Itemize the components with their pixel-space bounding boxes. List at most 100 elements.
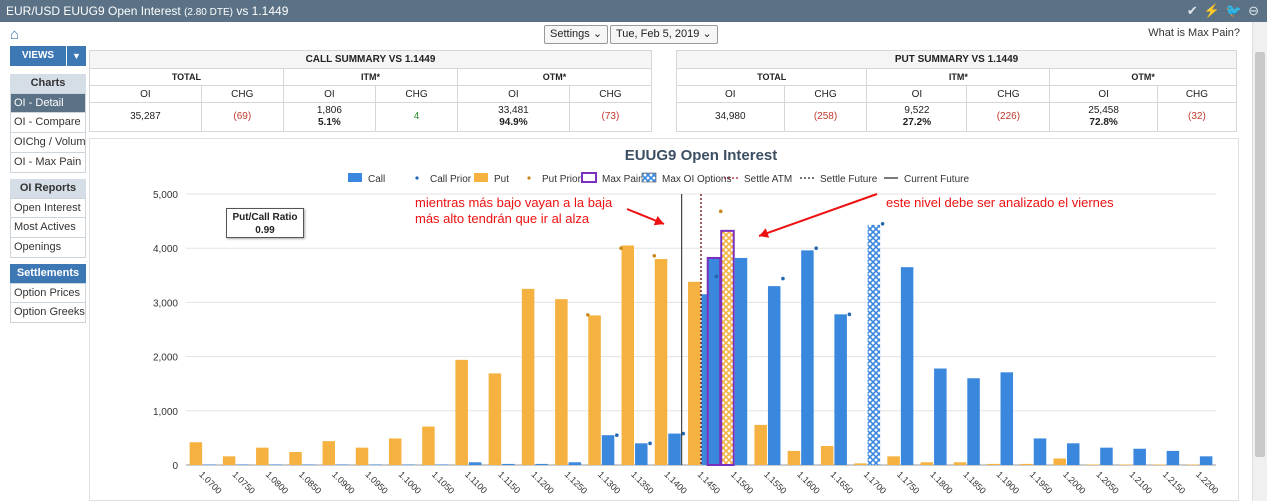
put-bar <box>189 442 203 465</box>
sidebar-item[interactable]: Option Greeks <box>10 303 86 323</box>
views-label: VIEWS <box>10 46 66 66</box>
put-call-ratio-value: 0.99 <box>255 225 275 236</box>
annotation-right: este nivel debe ser analizado el viernes <box>886 195 1114 210</box>
dash-circle-icon[interactable]: ⊖ <box>1248 0 1259 22</box>
x-tick-label: 1.1300 <box>596 469 623 496</box>
sidebar-item[interactable]: OI - Detail <box>10 93 86 113</box>
cell-value: 34,980 <box>714 111 746 122</box>
sidebar-item[interactable]: Option Prices <box>10 283 86 303</box>
sidebar-item[interactable]: OI - Max Pain <box>10 153 86 173</box>
x-tick-label: 1.1200 <box>529 469 556 496</box>
put-bar <box>1153 464 1166 465</box>
max-pain-help-link[interactable]: What is Max Pain? <box>1148 27 1240 39</box>
call-prior-dot <box>648 441 652 446</box>
twitter-icon[interactable]: 🐦 <box>1226 0 1242 22</box>
caret-down-icon[interactable]: ▼ <box>67 46 86 66</box>
table-cell: 25,458 72.8% <box>1049 102 1158 132</box>
lightning-icon[interactable]: ⚡ <box>1204 0 1220 22</box>
put-bar <box>754 424 767 465</box>
table-cell: 33,481 94.9% <box>457 102 570 132</box>
y-tick-label: 3,000 <box>153 298 178 309</box>
put-bar <box>1053 458 1066 465</box>
table-column-header: CHG <box>568 85 653 103</box>
table-group-header: TOTAL <box>89 68 284 86</box>
table-column-header: CHG <box>1156 85 1238 103</box>
put-bar <box>588 315 601 465</box>
put-bar <box>422 426 435 465</box>
sidebar-item[interactable]: Open Interest <box>10 198 86 218</box>
sidebar-group-heading: OI Reports <box>10 179 86 198</box>
x-tick-label: 1.1100 <box>463 469 489 495</box>
chart-title: EUUG9 Open Interest <box>625 147 778 164</box>
table-caption: PUT SUMMARY VS 1.1449 <box>676 50 1237 69</box>
call-bar <box>203 464 216 465</box>
views-button[interactable]: VIEWS ▼ <box>10 46 86 66</box>
table-cell: (258) <box>783 102 868 132</box>
put-bar <box>1186 464 1199 465</box>
sidebar-item[interactable]: OI - Compare <box>10 113 86 133</box>
date-dropdown[interactable]: Tue, Feb 5, 2019 ⌄ <box>610 25 718 44</box>
put-bar <box>488 373 502 465</box>
vertical-scrollbar[interactable] <box>1252 22 1267 501</box>
x-tick-label: 1.0800 <box>264 469 291 496</box>
x-tick-label: 1.1900 <box>995 469 1022 496</box>
put-prior-dot <box>619 246 623 250</box>
call-bar <box>1000 372 1014 465</box>
call-bar <box>402 464 415 465</box>
x-tick-label: 1.1500 <box>729 469 756 496</box>
settings-dropdown[interactable]: Settings ⌄ <box>544 25 609 44</box>
legend-label: Put <box>494 174 509 185</box>
put-bar <box>322 441 336 465</box>
put-call-ratio-box: Put/Call Ratio 0.99 <box>226 208 304 238</box>
sidebar-item[interactable]: Openings <box>10 238 86 258</box>
table-column-header: OI <box>1049 85 1158 103</box>
x-tick-label: 1.1450 <box>696 469 723 496</box>
x-tick-label: 1.1550 <box>762 469 789 496</box>
y-tick-label: 0 <box>172 461 178 472</box>
put-bar <box>787 450 801 465</box>
sidebar-item[interactable]: OIChg / Volume <box>10 133 86 153</box>
put-bar <box>887 456 900 465</box>
put-bar <box>953 462 967 465</box>
legend-swatch-max-oi <box>641 172 657 183</box>
scrollbar-thumb[interactable] <box>1255 52 1265 457</box>
sidebar: VIEWS ▼ Charts OI - Detail OI - Compare OIC… <box>10 46 86 329</box>
sidebar-groups: Charts OI - Detail OI - Compare OIChg / Vol… <box>10 74 86 323</box>
put-bar <box>621 245 635 465</box>
sidebar-item[interactable]: Most Actives <box>10 218 86 238</box>
x-tick-label: 1.1400 <box>662 469 689 496</box>
call-bar <box>435 464 449 465</box>
legend-label: Call Prior <box>430 174 472 185</box>
x-tick-label: 1.0900 <box>330 469 357 496</box>
call-bar <box>601 435 615 465</box>
put-bar <box>256 447 269 465</box>
x-tick-label: 1.1650 <box>828 469 855 496</box>
call-bar <box>1199 456 1213 465</box>
cell-value: 35,287 <box>130 111 161 122</box>
put-bar <box>920 462 934 465</box>
put-bar <box>521 288 535 465</box>
table-group-header: ITM* <box>282 68 459 86</box>
check-icon[interactable]: ✔ <box>1187 0 1198 22</box>
call-prior-dot <box>814 246 818 250</box>
y-tick-label: 4,000 <box>153 244 178 255</box>
put-bar <box>720 229 735 466</box>
x-tick-label: 1.0850 <box>297 469 324 496</box>
table-column-header: CHG <box>200 85 284 103</box>
title-dte: (2.80 DTE) <box>184 7 233 18</box>
call-bar <box>767 286 781 465</box>
legend-swatch-max-pain <box>581 172 597 183</box>
home-icon[interactable]: ⌂ <box>10 26 19 43</box>
cell-value: 25,458 <box>1088 105 1119 116</box>
call-bar <box>502 463 515 465</box>
call-prior-dot <box>880 222 885 226</box>
call-prior-dot <box>781 276 785 281</box>
table-group-header: OTM* <box>1049 68 1237 86</box>
x-tick-label: 1.1350 <box>629 469 656 496</box>
x-tick-label: 1.2150 <box>1161 469 1188 496</box>
call-bar <box>967 378 980 465</box>
put-bar <box>1119 464 1133 465</box>
cell-value: (258) <box>813 111 838 122</box>
cell-percent: 94.9% <box>499 117 528 128</box>
table-cell: (69) <box>200 102 284 132</box>
